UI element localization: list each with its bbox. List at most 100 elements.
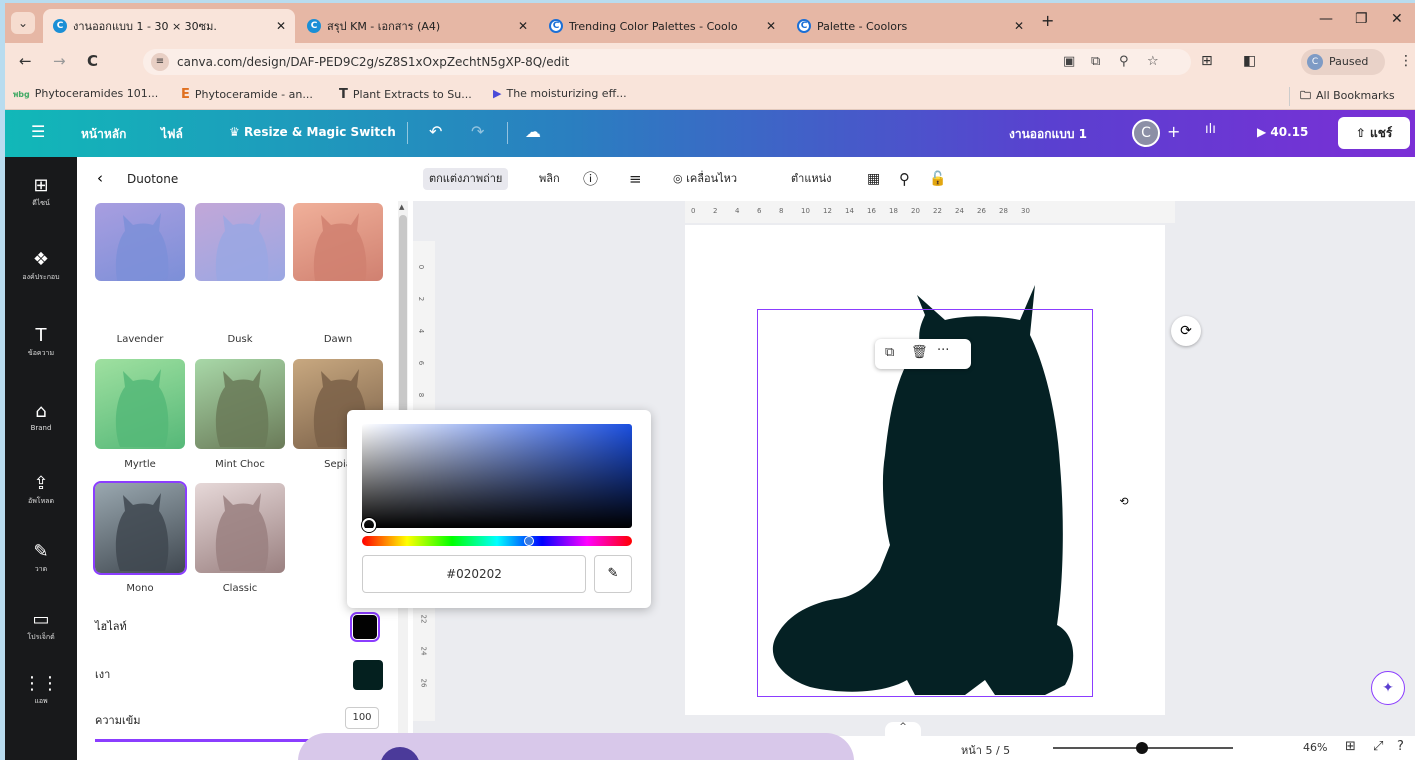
- duotone-preset[interactable]: [195, 483, 285, 573]
- restore-icon[interactable]: ❐: [1355, 11, 1368, 27]
- rail-item-text[interactable]: T ข้อความ: [5, 325, 77, 359]
- copy-style-icon[interactable]: ⚲: [899, 168, 910, 190]
- highlight-color-swatch[interactable]: [350, 612, 380, 642]
- ruler-tick-label: 4: [417, 328, 426, 334]
- minimize-icon[interactable]: —: [1319, 11, 1333, 27]
- close-icon[interactable]: ✕: [273, 19, 289, 33]
- add-collaborator-icon[interactable]: +: [1167, 122, 1180, 141]
- resize-button[interactable]: ♛ Resize & Magic Switch: [229, 125, 396, 139]
- bookmark-label: Phytoceramides 101...: [34, 87, 159, 100]
- bookmark-star-icon[interactable]: ☆: [1147, 49, 1159, 75]
- back-chevron-icon[interactable]: ‹: [97, 169, 103, 187]
- tab-search-button[interactable]: ⌄: [11, 12, 35, 34]
- extensions-icon[interactable]: ⊞: [1201, 53, 1213, 69]
- duotone-preset[interactable]: [95, 359, 185, 449]
- zoom-handle[interactable]: [1135, 742, 1148, 754]
- cloud-save-icon[interactable]: ☁: [525, 122, 541, 141]
- all-bookmarks[interactable]: 🗀 All Bookmarks: [1289, 87, 1395, 106]
- tab-km-doc[interactable]: C สรุป KM - เอกสาร (A4) ✕: [297, 9, 537, 43]
- bookmark-item[interactable]: T Plant Extracts to Su...: [339, 87, 472, 102]
- avatar[interactable]: C: [1132, 119, 1160, 147]
- grid-view-icon[interactable]: ⊞: [1345, 739, 1356, 754]
- ruler-tick-label: 30: [1021, 207, 1030, 215]
- saturation-handle[interactable]: [362, 518, 376, 532]
- more-icon[interactable]: ···: [937, 343, 949, 358]
- tab-coolors-trending[interactable]: C Trending Color Palettes - Coolo ✕: [539, 9, 785, 43]
- fullscreen-icon[interactable]: ⤢: [1373, 739, 1383, 754]
- lock-icon[interactable]: 🔓: [929, 168, 946, 190]
- forward-icon[interactable]: →: [53, 52, 66, 70]
- ruler-tick-label: 8: [779, 207, 784, 215]
- zoom-percent[interactable]: 46%: [1303, 741, 1327, 754]
- site-info-icon[interactable]: ≡: [151, 53, 169, 71]
- animate-button[interactable]: ◎ เคลื่อนไหว: [673, 168, 737, 190]
- rail-item-projects[interactable]: ▭ โปรเจ็กต์: [5, 609, 77, 643]
- bookmark-item[interactable]: ▶ The moisturizing eff...: [493, 87, 627, 100]
- share-button[interactable]: ⇧ แชร์: [1338, 117, 1410, 149]
- flip-button[interactable]: พลิก: [539, 168, 560, 190]
- intensity-input[interactable]: 100: [345, 707, 379, 729]
- undo-icon[interactable]: ↶: [429, 122, 442, 141]
- file-menu[interactable]: ไฟล์: [161, 125, 183, 144]
- rail-item-brand[interactable]: ⌂ Brand: [5, 401, 77, 432]
- scroll-up-icon[interactable]: ▲: [399, 203, 404, 211]
- duotone-preset[interactable]: [195, 203, 285, 281]
- redo-icon[interactable]: ↷: [471, 122, 484, 141]
- side-panel-icon[interactable]: ◧: [1243, 53, 1256, 69]
- trash-icon[interactable]: 🗑: [911, 345, 928, 360]
- new-tab-button[interactable]: +: [1041, 11, 1054, 30]
- magic-sparkle-icon[interactable]: ✦: [1371, 671, 1405, 705]
- rotate-icon[interactable]: ⟲: [1113, 491, 1135, 513]
- page-indicator[interactable]: หน้า 5 / 5: [961, 741, 1010, 759]
- insights-icon[interactable]: ılı: [1205, 122, 1216, 137]
- tab-canva-design[interactable]: C งานออกแบบ 1 - 30 × 30ซม. ✕: [43, 9, 295, 43]
- profile-button[interactable]: C Paused: [1301, 49, 1385, 75]
- info-icon[interactable]: ⓘ: [583, 168, 598, 190]
- rail-label: โปรเจ็กต์: [27, 633, 55, 641]
- overlay-dot: [380, 747, 420, 760]
- present-button[interactable]: ▶ 40.15: [1257, 125, 1308, 139]
- design-name[interactable]: งานออกแบบ 1: [1009, 125, 1087, 144]
- hex-input[interactable]: #020202: [362, 555, 586, 593]
- design-page[interactable]: ⧉ 🗑 ···: [685, 225, 1165, 715]
- cat-thumbnail-icon: [215, 493, 269, 571]
- refresh-icon[interactable]: ⟳: [1171, 316, 1201, 346]
- tab-coolors-palette[interactable]: C Palette - Coolors ✕: [787, 9, 1033, 43]
- saturation-area[interactable]: [362, 424, 632, 528]
- duotone-preset[interactable]: [293, 203, 383, 281]
- duplicate-icon[interactable]: ⧉: [885, 345, 894, 360]
- rail-item-apps[interactable]: ⋮⋮ แอพ: [5, 673, 77, 707]
- translate-icon[interactable]: ⧉: [1091, 49, 1100, 75]
- bookmark-item[interactable]: E Phytoceramide - an...: [181, 87, 313, 102]
- rail-item-design[interactable]: ⊞ ดีไซน์: [5, 175, 77, 209]
- duotone-preset[interactable]: [93, 481, 187, 575]
- transparency-icon[interactable]: ▦: [867, 168, 880, 190]
- eyedropper-icon[interactable]: ✎: [594, 555, 632, 593]
- position-button[interactable]: ตำแหน่ง: [791, 168, 832, 190]
- reload-icon[interactable]: C: [87, 52, 98, 70]
- rail-item-upload[interactable]: ⇪ อัพโหลด: [5, 473, 77, 507]
- edit-photo-button[interactable]: ตกแต่งภาพถ่าย: [423, 168, 509, 190]
- hamburger-icon[interactable]: ☰: [31, 122, 45, 141]
- duotone-preset[interactable]: [195, 359, 285, 449]
- close-icon[interactable]: ✕: [763, 19, 779, 33]
- hue-slider[interactable]: [362, 536, 632, 546]
- menu-kebab-icon[interactable]: ⋮: [1399, 53, 1413, 69]
- zoom-icon[interactable]: ⚲: [1119, 49, 1129, 75]
- help-icon[interactable]: ?: [1397, 739, 1404, 754]
- home-button[interactable]: หน้าหลัก: [81, 125, 126, 144]
- back-icon[interactable]: ←: [19, 52, 32, 70]
- lines-icon[interactable]: ≡: [629, 168, 642, 190]
- rail-item-elements[interactable]: ❖ องค์ประกอบ: [5, 249, 77, 283]
- hue-handle[interactable]: [524, 536, 534, 546]
- close-icon[interactable]: ✕: [1011, 19, 1027, 33]
- clipboard-icon[interactable]: ▣: [1063, 49, 1075, 75]
- shadow-color-swatch[interactable]: [353, 660, 383, 690]
- duotone-preset[interactable]: [95, 203, 185, 281]
- close-icon[interactable]: ✕: [515, 19, 531, 33]
- expand-pages-icon[interactable]: ^: [885, 722, 921, 736]
- rail-item-draw[interactable]: ✎ วาด: [5, 541, 77, 575]
- bookmark-item[interactable]: พbg Phytoceramides 101...: [13, 87, 158, 101]
- close-window-icon[interactable]: ✕: [1391, 11, 1403, 27]
- address-bar[interactable]: ≡ canva.com/design/DAF-PED9C2g/sZ8S1xOxp…: [143, 49, 1191, 75]
